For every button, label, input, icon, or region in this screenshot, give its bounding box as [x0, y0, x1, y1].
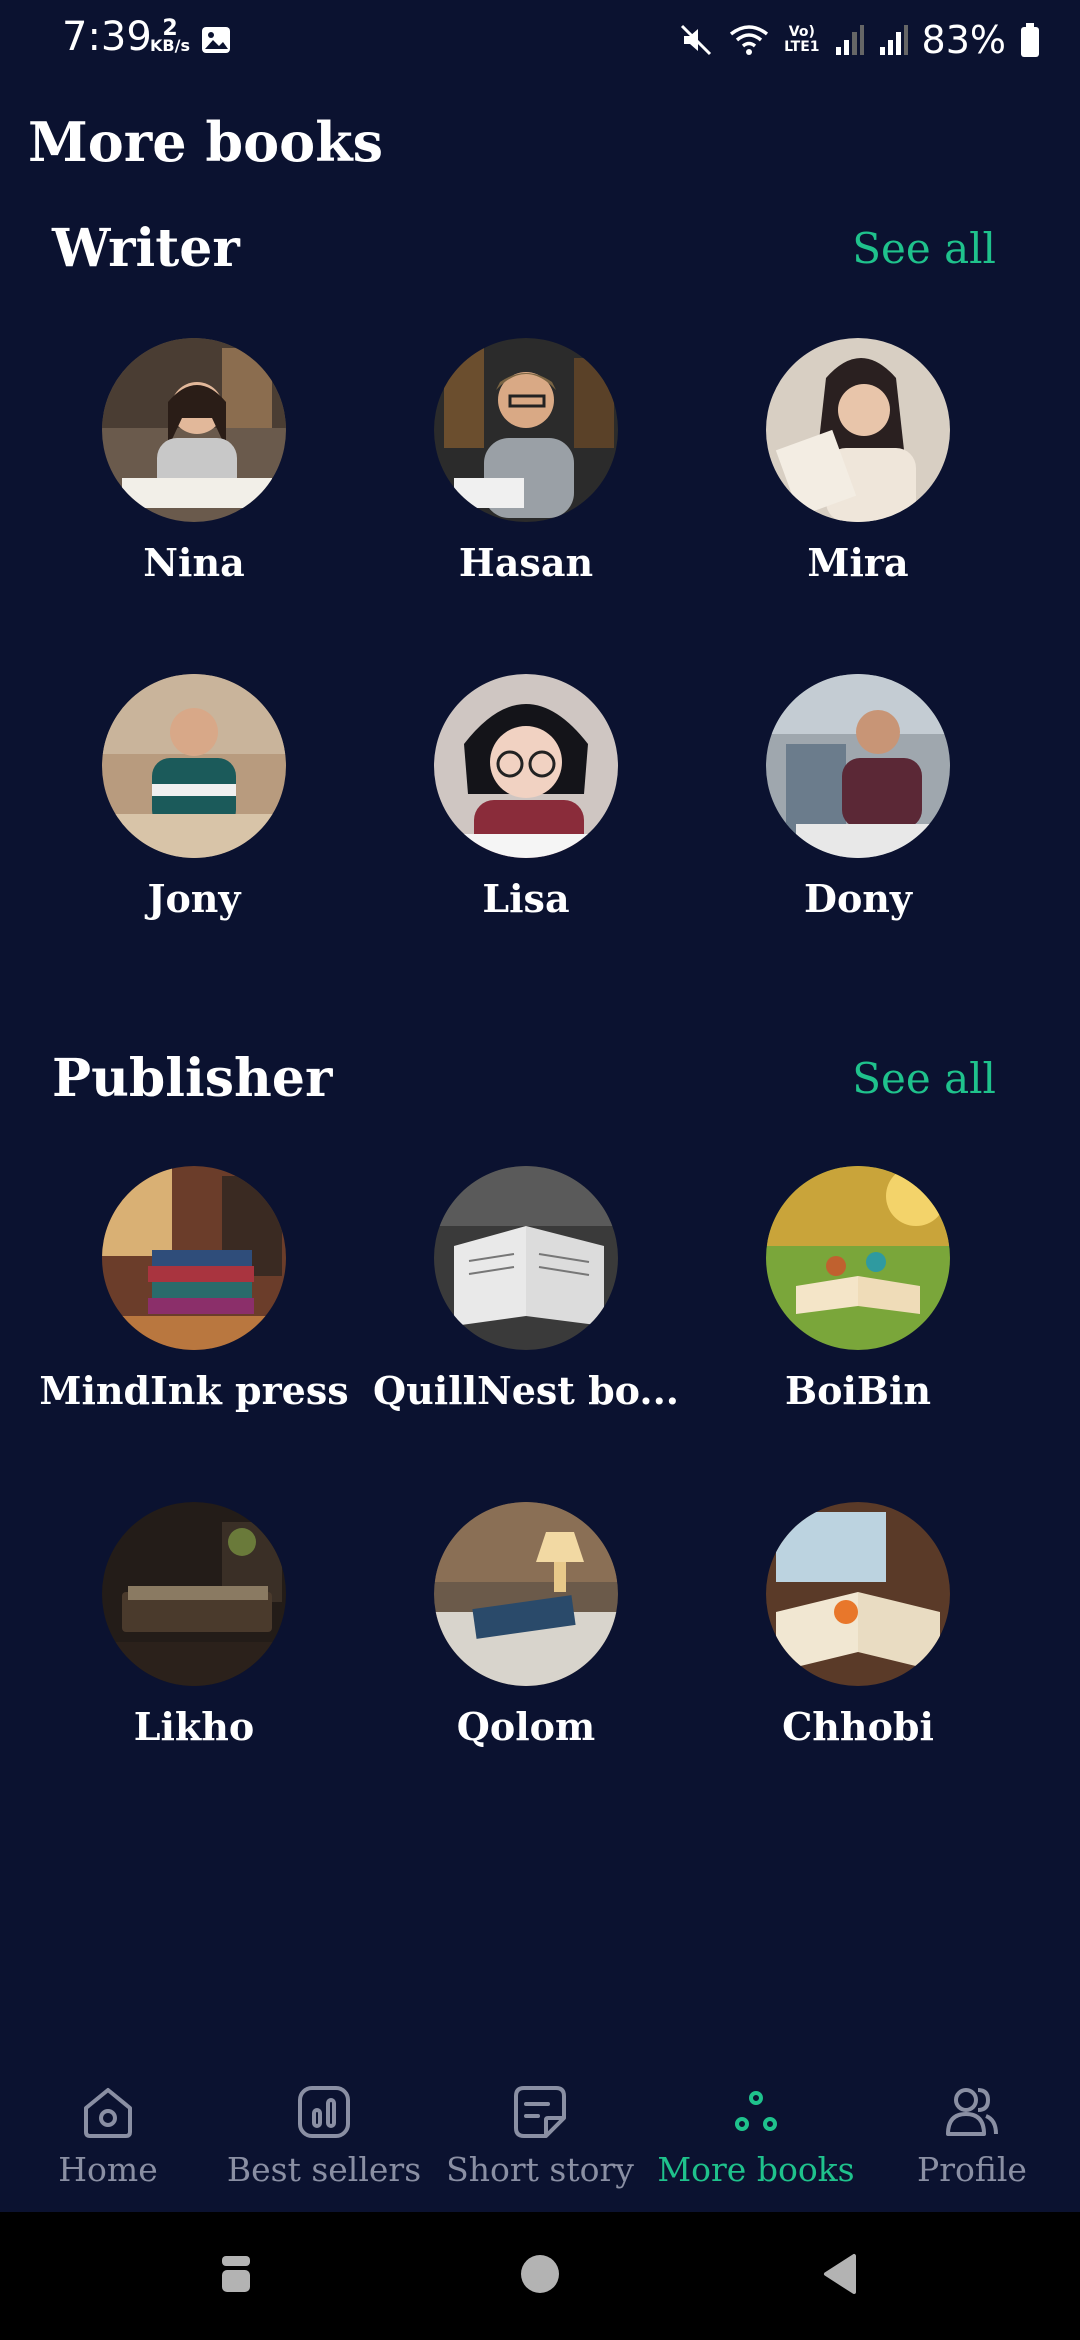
status-icons: Vo) LTE1 83%: [678, 18, 1040, 62]
publisher-name: Likho: [133, 1704, 255, 1749]
writer-card-nina[interactable]: Nina: [34, 338, 354, 585]
publisher-avatar: [102, 1502, 286, 1686]
nav-more-books[interactable]: More books: [648, 2080, 864, 2189]
signal-icon-2: [879, 25, 908, 55]
publisher-section-title: Publisher: [52, 1048, 333, 1109]
publisher-name: Chhobi: [782, 1704, 934, 1749]
writer-name: Mira: [807, 540, 909, 585]
writer-name: Hasan: [458, 540, 594, 585]
recents-icon[interactable]: [218, 2252, 254, 2296]
writer-card-hasan[interactable]: Hasan: [366, 338, 686, 585]
nav-label: Best sellers: [226, 2150, 422, 2189]
publisher-see-all-link[interactable]: See all: [852, 1054, 996, 1103]
writer-avatar: [766, 338, 950, 522]
writer-card-jony[interactable]: Jony: [34, 674, 354, 921]
note-icon: [514, 2086, 566, 2138]
nav-best-sellers[interactable]: Best sellers: [216, 2080, 432, 2189]
volte-label: Vo): [788, 24, 815, 40]
home-icon: [84, 2088, 132, 2138]
nav-label: Home: [58, 2150, 158, 2189]
nav-label: Short story: [446, 2150, 634, 2189]
publisher-avatar: [766, 1166, 950, 1350]
writer-name: Dony: [803, 876, 912, 921]
writer-avatar: [434, 674, 618, 858]
nav-profile[interactable]: Profile: [864, 2080, 1080, 2189]
writer-avatar: [102, 338, 286, 522]
signal-icon-1: [835, 25, 864, 55]
writer-section-title: Writer: [52, 218, 240, 279]
chart-icon: [298, 2086, 350, 2138]
wifi-icon: [729, 25, 769, 55]
writer-name: Lisa: [482, 876, 570, 921]
nav-label: More books: [657, 2150, 855, 2189]
publisher-avatar: [766, 1502, 950, 1686]
publisher-card-quillnest[interactable]: QuillNest bo...: [366, 1166, 686, 1413]
writer-avatar: [434, 338, 618, 522]
writer-card-lisa[interactable]: Lisa: [366, 674, 686, 921]
writer-see-all-link[interactable]: See all: [852, 224, 996, 273]
publisher-avatar: [434, 1502, 618, 1686]
status-bar: 7:39 2 KB/s Vo) LTE1 83%: [0, 0, 1080, 80]
writer-card-mira[interactable]: Mira: [698, 338, 1018, 585]
writer-card-dony[interactable]: Dony: [698, 674, 1018, 921]
page-title: More books: [28, 110, 384, 174]
publisher-card-chhobi[interactable]: Chhobi: [698, 1502, 1018, 1749]
nav-short-story[interactable]: Short story: [432, 2080, 648, 2189]
lte-label: LTE1: [784, 39, 820, 55]
dots-icon: [735, 2091, 777, 2131]
network-speed: 2 KB/s: [150, 16, 190, 55]
network-speed-value: 2: [162, 16, 178, 41]
battery-percent: 83%: [921, 18, 1006, 62]
publisher-avatar: [102, 1166, 286, 1350]
status-time: 7:39: [62, 14, 152, 60]
network-speed-unit: KB/s: [150, 36, 190, 55]
nav-label: Profile: [917, 2150, 1027, 2189]
publisher-card-boibin[interactable]: BoiBin: [698, 1166, 1018, 1413]
publisher-name: MindInk press: [39, 1368, 349, 1413]
image-notification-icon: [202, 27, 230, 53]
publisher-card-mindink[interactable]: MindInk press: [34, 1166, 354, 1413]
writer-name: Nina: [143, 540, 245, 585]
system-navigation-bar: [0, 2212, 1080, 2340]
bottom-navigation: Home Best sellers Short story More books: [0, 2060, 1080, 2210]
volte-indicator: Vo) LTE1: [784, 25, 819, 55]
publisher-card-qolom[interactable]: Qolom: [366, 1502, 686, 1749]
nav-home[interactable]: Home: [0, 2080, 216, 2189]
back-icon[interactable]: [820, 2252, 860, 2296]
home-button-icon[interactable]: [518, 2252, 562, 2296]
mute-icon: [681, 24, 712, 56]
battery-icon: [1021, 23, 1039, 57]
writer-avatar: [102, 674, 286, 858]
publisher-avatar: [434, 1166, 618, 1350]
profile-icon: [946, 2088, 998, 2136]
writer-name: Jony: [147, 876, 241, 921]
publisher-name: BoiBin: [784, 1368, 932, 1413]
writer-avatar: [766, 674, 950, 858]
publisher-name: Qolom: [456, 1704, 596, 1749]
publisher-name: QuillNest bo...: [372, 1368, 680, 1413]
publisher-card-likho[interactable]: Likho: [34, 1502, 354, 1749]
